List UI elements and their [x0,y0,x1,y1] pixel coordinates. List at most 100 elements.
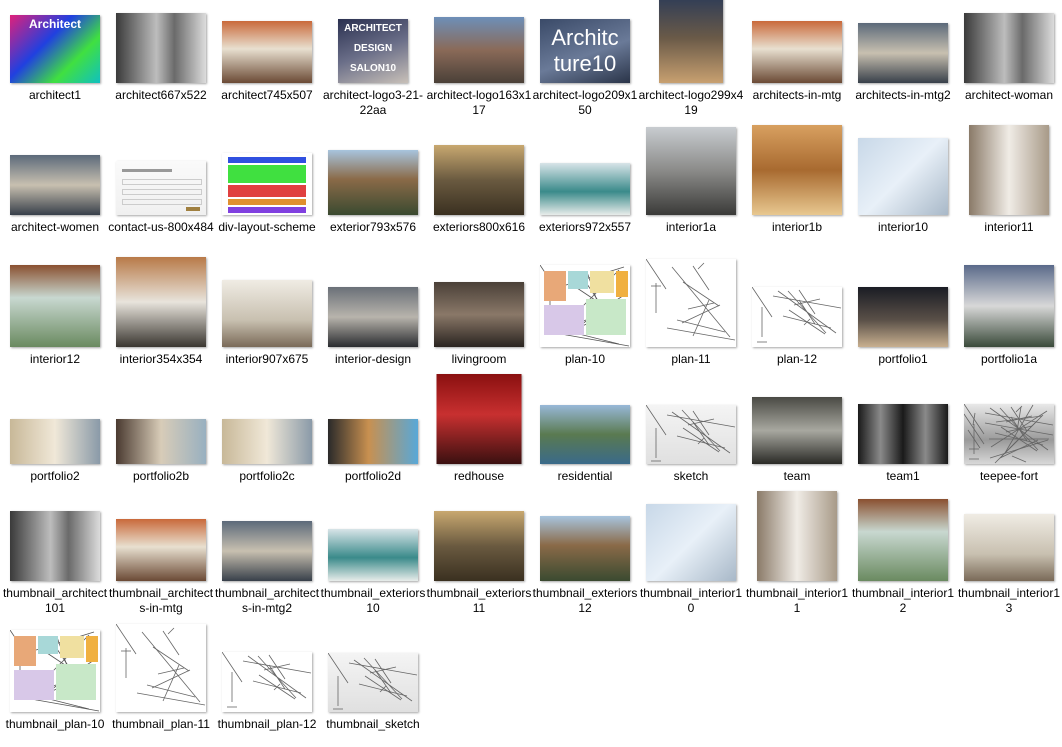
file-thumbnail[interactable] [540,516,630,581]
file-name-label: thumbnail_interior12 [851,586,955,615]
file-name-label: portfolio2c [239,469,295,483]
file-name-label: plan-11 [671,352,711,366]
file-thumbnail[interactable] [434,511,524,581]
file-thumbnail[interactable] [858,287,948,347]
file-thumbnail[interactable] [540,163,630,215]
file-thumbnail[interactable] [964,514,1054,581]
file-name-label: interior907x675 [225,352,309,366]
file-name-label: thumbnail_architects-in-mtg2 [214,586,320,615]
file-name-label: architects-in-mtg [752,88,842,102]
file-thumbnail[interactable] [116,624,206,712]
file-name-label: portfolio2d [344,469,402,483]
file-thumbnail[interactable] [10,265,100,347]
file-name-label: sketch [673,469,709,483]
file-thumbnail[interactable] [757,491,837,581]
file-thumbnail[interactable] [752,287,842,347]
file-name-label: interior1a [665,220,717,234]
file-thumbnail[interactable] [116,13,206,83]
file-name-label: portfolio2 [30,469,80,483]
file-name-label: exterior793x576 [329,220,417,234]
file-thumbnail[interactable] [116,519,206,581]
file-name-label: portfolio2b [132,469,190,483]
file-thumbnail[interactable] [10,511,100,581]
file-thumbnail[interactable] [646,259,736,347]
file-name-label: plan-10 [564,352,606,366]
file-thumbnail[interactable] [540,405,630,464]
file-thumbnail[interactable]: ARCHITECT DESIGN SALON10 [338,19,408,83]
file-name-label: thumbnail_plan-10 [5,717,105,731]
file-name-label: div-layout-scheme [218,220,316,234]
file-thumbnail[interactable]: Architc ture10 [540,19,630,83]
file-thumbnail[interactable] [10,419,100,464]
file-thumbnail[interactable] [434,17,524,83]
file-name-label: thumbnail_interior11 [745,586,849,615]
file-thumbnail[interactable] [646,127,736,215]
thumbnail-title: Architect [28,17,81,31]
thumbnail-title: ture10 [553,51,617,76]
file-thumbnail[interactable] [646,504,736,581]
file-thumbnail[interactable] [328,653,418,712]
file-thumbnail[interactable] [222,521,312,581]
file-thumbnail[interactable] [752,125,842,215]
file-name-label: interior11 [984,220,1034,234]
file-thumbnail[interactable] [964,13,1054,83]
file-thumbnail[interactable] [222,21,312,83]
file-name-label: thumbnail_sketch [326,717,420,731]
file-name-label: interior1b [771,220,823,234]
file-name-label: architect-logo163x117 [426,88,532,117]
file-thumbnail[interactable] [328,150,418,215]
file-name-label: thumbnail_exteriors12 [532,586,638,615]
file-thumbnail[interactable] [858,499,948,581]
file-thumbnail[interactable] [434,282,524,347]
file-thumbnail[interactable] [222,652,312,712]
file-thumbnail[interactable] [659,0,723,83]
file-name-label: thumbnail_interior10 [639,586,743,615]
file-name-label: thumbnail_exteriors11 [426,586,532,615]
file-name-label: teepee-fort [979,469,1039,483]
file-thumbnail[interactable] [10,630,100,712]
file-thumbnail[interactable] [222,419,312,464]
file-name-label: architect-logo299x419 [638,88,744,117]
thumbnail-title: ARCHITECT [344,23,402,34]
file-name-label: thumbnail_interior13 [957,586,1061,615]
file-thumbnail[interactable]: Architect [10,15,100,83]
file-name-label: thumbnail_plan-11 [112,717,210,731]
file-name-label: contact-us-800x484 [108,220,214,234]
file-thumbnail[interactable] [969,125,1049,215]
file-thumbnail[interactable] [116,419,206,464]
file-name-label: team1 [886,469,920,483]
file-name-label: interior12 [29,352,81,366]
file-thumbnail[interactable] [328,287,418,347]
file-name-label: architect667x522 [115,88,207,102]
file-thumbnail[interactable] [222,153,312,215]
file-name-label: architects-in-mtg2 [855,88,951,102]
file-thumbnail[interactable] [434,145,524,215]
file-name-label: architect-woman [964,88,1054,102]
thumbnail-title: SALON10 [349,63,397,74]
file-thumbnail[interactable] [540,265,630,347]
file-thumbnail[interactable] [116,161,206,215]
file-thumbnail[interactable] [858,404,948,464]
file-name-label: redhouse [453,469,505,483]
file-thumbnail[interactable] [858,138,948,215]
file-thumbnail[interactable] [646,405,736,464]
file-thumbnail[interactable] [858,23,948,83]
file-thumbnail[interactable] [10,155,100,215]
file-name-label: architect-logo3-21-22aa [322,88,424,117]
file-thumbnail[interactable] [436,374,522,464]
file-name-label: exteriors972x557 [538,220,632,234]
file-name-label: interior-design [334,352,412,366]
file-name-label: portfolio1a [980,352,1038,366]
file-name-label: thumbnail_architect101 [2,586,108,615]
file-thumbnail[interactable] [328,529,418,581]
file-name-label: architect-women [10,220,100,234]
file-thumbnail[interactable] [222,280,312,347]
file-thumbnail[interactable] [328,419,418,464]
file-thumbnail[interactable] [964,404,1054,464]
file-thumbnail[interactable] [752,397,842,464]
file-name-label: portfolio1 [878,352,928,366]
file-thumbnail[interactable] [964,265,1054,347]
file-thumbnail[interactable] [116,257,206,347]
file-thumbnail[interactable] [752,21,842,83]
file-name-label: exteriors800x616 [432,220,526,234]
